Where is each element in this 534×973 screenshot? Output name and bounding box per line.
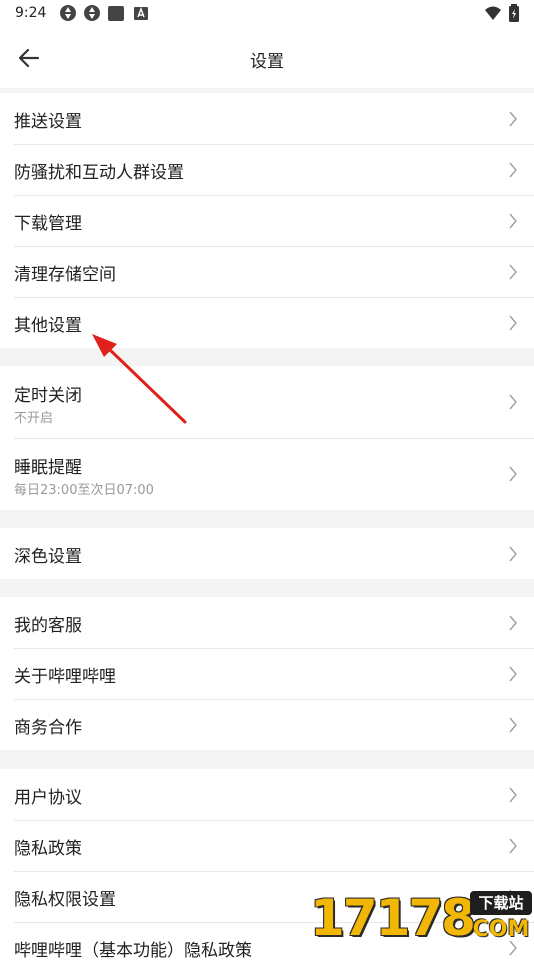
settings-item-downloads[interactable]: 下载管理 bbox=[0, 195, 534, 246]
sync-icon bbox=[60, 5, 76, 21]
settings-item-sleep-reminder[interactable]: 睡眠提醒 每日23:00至次日07:00 bbox=[0, 438, 534, 510]
chevron-right-icon bbox=[509, 162, 517, 177]
settings-item-sleep-timer[interactable]: 定时关闭 不开启 bbox=[0, 366, 534, 438]
settings-item-about[interactable]: 关于哔哩哔哩 bbox=[0, 648, 534, 699]
chevron-right-icon bbox=[509, 394, 517, 410]
chevron-right-icon bbox=[509, 787, 517, 802]
settings-item-push[interactable]: 推送设置 bbox=[0, 93, 534, 144]
settings-item-label: 其他设置 bbox=[14, 316, 82, 336]
chevron-right-icon bbox=[509, 546, 517, 561]
battery-icon bbox=[509, 4, 519, 22]
settings-item-business[interactable]: 商务合作 bbox=[0, 699, 534, 750]
app-bar: 设置 bbox=[0, 28, 534, 88]
chevron-right-icon bbox=[509, 717, 517, 732]
chevron-right-icon bbox=[509, 466, 517, 482]
settings-item-label: 下载管理 bbox=[14, 214, 82, 234]
settings-item-customer-service[interactable]: 我的客服 bbox=[0, 597, 534, 648]
page-title: 设置 bbox=[250, 52, 284, 72]
sync-icon bbox=[84, 5, 100, 21]
settings-group-about: 我的客服 关于哔哩哔哩 商务合作 bbox=[0, 597, 534, 750]
settings-item-privacy-policy[interactable]: 隐私政策 bbox=[0, 820, 534, 871]
settings-item-label: 用户协议 bbox=[14, 788, 82, 808]
watermark-badge: 下载站 bbox=[470, 891, 532, 915]
settings-item-value: 每日23:00至次日07:00 bbox=[14, 483, 154, 498]
chevron-right-icon bbox=[509, 838, 517, 853]
settings-item-value: 不开启 bbox=[14, 411, 54, 426]
settings-item-label: 睡眠提醒 bbox=[14, 458, 82, 478]
watermark-logo: 17178 下载站 COM bbox=[302, 885, 534, 950]
status-time: 9:24 bbox=[15, 5, 47, 21]
settings-item-label: 隐私权限设置 bbox=[14, 890, 116, 910]
settings-item-user-agreement[interactable]: 用户协议 bbox=[0, 769, 534, 820]
chevron-right-icon bbox=[509, 315, 517, 330]
chevron-right-icon bbox=[509, 213, 517, 228]
settings-group-appearance: 深色设置 bbox=[0, 528, 534, 579]
settings-item-label: 深色设置 bbox=[14, 547, 82, 567]
chevron-right-icon bbox=[509, 615, 517, 630]
font-app-icon bbox=[134, 7, 148, 20]
chevron-right-icon bbox=[509, 666, 517, 681]
settings-item-clear-storage[interactable]: 清理存储空间 bbox=[0, 246, 534, 297]
square-app-icon bbox=[108, 6, 124, 21]
status-bar: 9:24 bbox=[0, 0, 534, 28]
chevron-right-icon bbox=[509, 264, 517, 279]
settings-item-label: 哔哩哔哩（基本功能）隐私政策 bbox=[14, 941, 252, 961]
settings-item-label: 隐私政策 bbox=[14, 839, 82, 859]
settings-item-label: 定时关闭 bbox=[14, 386, 82, 406]
settings-item-label: 防骚扰和互动人群设置 bbox=[14, 163, 184, 183]
settings-item-label: 关于哔哩哔哩 bbox=[14, 667, 116, 687]
chevron-right-icon bbox=[509, 111, 517, 126]
settings-item-other[interactable]: 其他设置 bbox=[0, 297, 534, 348]
settings-item-label: 我的客服 bbox=[14, 616, 82, 636]
settings-item-label: 推送设置 bbox=[14, 112, 82, 132]
settings-item-label: 清理存储空间 bbox=[14, 265, 116, 285]
settings-item-dark-mode[interactable]: 深色设置 bbox=[0, 528, 534, 579]
watermark-domain: COM bbox=[472, 917, 530, 942]
settings-group-timer: 定时关闭 不开启 睡眠提醒 每日23:00至次日07:00 bbox=[0, 366, 534, 510]
settings-group-general: 推送设置 防骚扰和互动人群设置 下载管理 清理存储空间 其他设置 bbox=[0, 93, 534, 348]
wifi-icon bbox=[485, 6, 501, 20]
watermark-digits: 17178 bbox=[310, 889, 476, 947]
settings-item-label: 商务合作 bbox=[14, 718, 82, 738]
settings-item-anti-harassment[interactable]: 防骚扰和互动人群设置 bbox=[0, 144, 534, 195]
